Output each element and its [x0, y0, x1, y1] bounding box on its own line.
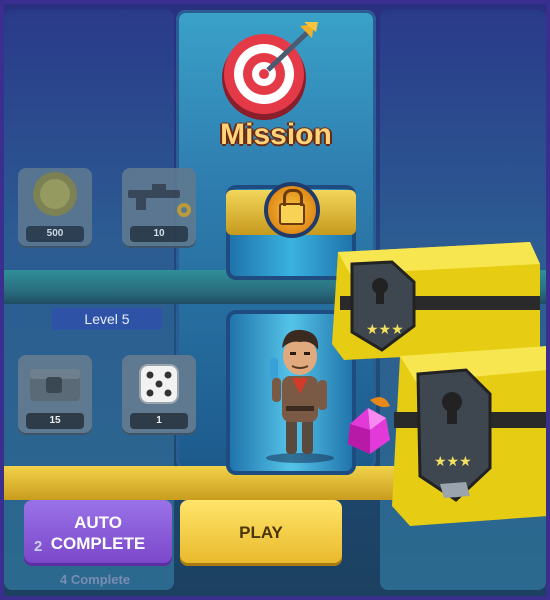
- cowboy-character[interactable]: [262, 322, 338, 464]
- treasure-chest-icon[interactable]: ★★★: [390, 336, 548, 536]
- level-label: Level 5: [52, 308, 162, 330]
- svg-text:★★★: ★★★: [434, 454, 472, 470]
- auto-complete-button[interactable]: AUTO COMPLETE: [24, 500, 172, 566]
- auto-complete-line2: COMPLETE: [50, 534, 146, 553]
- play-button[interactable]: PLAY: [180, 500, 342, 566]
- gem-icon: [348, 397, 390, 454]
- item-card-loot-crate[interactable]: 15: [18, 355, 92, 435]
- play-label: PLAY: [239, 523, 283, 542]
- loot-crate-icon: [30, 369, 80, 401]
- item-count: 500: [26, 226, 84, 242]
- coin-icon: [33, 172, 77, 216]
- item-card-coin[interactable]: 500: [18, 168, 92, 248]
- item-count: 1: [130, 413, 188, 429]
- auto-complete-line1: AUTO: [74, 513, 122, 532]
- item-count: 10: [130, 226, 188, 242]
- item-card-rifle[interactable]: 10: [122, 168, 196, 248]
- lock-icon[interactable]: [264, 182, 320, 238]
- auto-complete-count: 2: [34, 538, 43, 555]
- mission-title: Mission: [220, 118, 332, 151]
- complete-status: 4 Complete: [60, 572, 131, 587]
- target-icon: [222, 22, 318, 120]
- item-card-dice[interactable]: 1: [122, 355, 196, 435]
- rifle-icon: [128, 184, 191, 217]
- item-count: 15: [26, 413, 84, 429]
- dice-icon: [139, 364, 179, 404]
